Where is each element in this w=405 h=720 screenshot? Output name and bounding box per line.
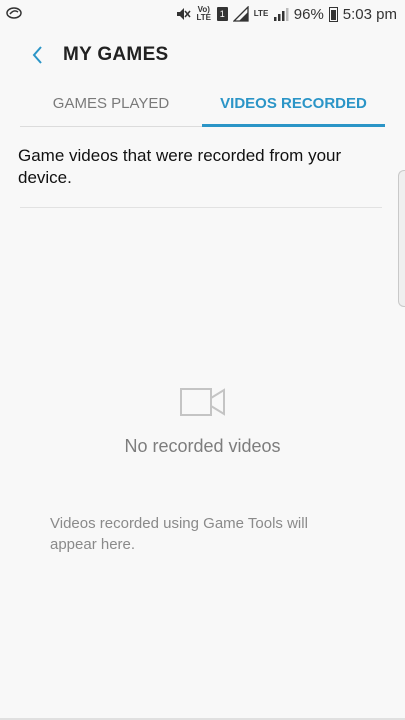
video-camera-icon bbox=[180, 388, 225, 416]
signal-icon bbox=[232, 6, 249, 22]
signal-strength-icon bbox=[273, 8, 289, 21]
mute-icon bbox=[176, 8, 191, 20]
game-launcher-icon bbox=[6, 7, 22, 19]
app-bar: MY GAMES bbox=[0, 28, 405, 84]
edge-panel-handle[interactable] bbox=[398, 170, 405, 307]
divider bbox=[20, 207, 382, 208]
empty-state-title: No recorded videos bbox=[124, 436, 281, 456]
empty-state-subtitle: Videos recorded using Game Tools will ap… bbox=[50, 515, 308, 553]
active-tab-indicator bbox=[202, 124, 385, 127]
battery-icon bbox=[328, 6, 338, 22]
page-title: MY GAMES bbox=[63, 44, 169, 65]
tab-bar: GAMES PLAYED VIDEOS RECORDED bbox=[20, 84, 385, 127]
volte-label: Vo) LTE bbox=[196, 5, 212, 22]
back-arrow-icon[interactable] bbox=[28, 42, 48, 68]
sim-icon: 1 bbox=[216, 7, 228, 21]
status-bar: Vo) LTE 1 LTE 96% 5:03 pm bbox=[0, 0, 405, 28]
battery-percent: 96% bbox=[293, 5, 324, 23]
clock: 5:03 pm bbox=[342, 5, 397, 23]
tab-videos-recorded[interactable]: VIDEOS RECORDED bbox=[202, 84, 385, 126]
lte-label: LTE bbox=[253, 9, 269, 18]
tab-games-played[interactable]: GAMES PLAYED bbox=[20, 84, 202, 126]
status-icons: Vo) LTE 1 LTE 96% 5:03 pm bbox=[175, 4, 397, 24]
section-description: Game videos that were recorded from your… bbox=[18, 146, 342, 187]
